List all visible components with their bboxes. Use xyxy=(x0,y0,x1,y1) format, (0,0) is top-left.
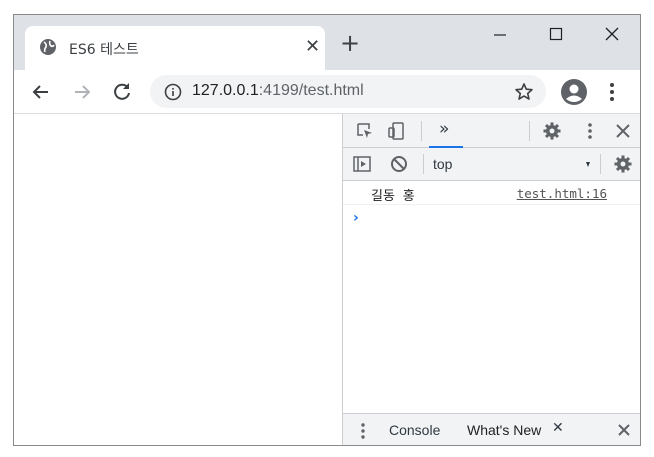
device-toolbar-icon[interactable] xyxy=(387,121,407,141)
console-prompt-icon[interactable]: › xyxy=(353,210,359,226)
url-host: 127.0.0.1 xyxy=(192,82,259,99)
close-devtools-icon[interactable] xyxy=(613,121,633,141)
browser-tab[interactable]: ES6 테스트 ✕ xyxy=(25,26,325,70)
console-log-source-link[interactable]: test.html:16 xyxy=(517,186,607,201)
url-path: :4199/test.html xyxy=(258,82,364,99)
javascript-context-select[interactable]: top xyxy=(433,156,452,172)
bookmark-star-icon[interactable] xyxy=(514,82,534,102)
page-content xyxy=(14,114,342,445)
address-bar[interactable]: 127.0.0.1:4199/test.html xyxy=(150,75,546,108)
forward-arrow-icon[interactable] xyxy=(70,80,94,104)
clear-console-icon[interactable] xyxy=(389,154,409,174)
console-log-row: 길동 홍 test.html:16 xyxy=(343,181,640,205)
maximize-icon[interactable] xyxy=(547,24,577,46)
url-text[interactable]: 127.0.0.1:4199/test.html xyxy=(192,82,364,100)
drawer-tab-whats-new[interactable]: What's New ✕ xyxy=(455,414,571,445)
drawer-tab-whats-new-label: What's New xyxy=(467,422,542,438)
toolbar-divider xyxy=(421,121,422,141)
devtools-drawer-bar: Console What's New ✕ xyxy=(343,413,640,445)
minimize-icon[interactable] xyxy=(489,24,519,46)
inspect-element-icon[interactable] xyxy=(355,121,375,141)
devtools-main-toolbar: » xyxy=(343,114,640,148)
close-window-icon[interactable] xyxy=(603,24,633,46)
toolbar-divider xyxy=(600,154,601,174)
tab-close-icon[interactable]: ✕ xyxy=(305,36,320,57)
context-dropdown-icon[interactable] xyxy=(585,160,591,168)
toolbar-divider xyxy=(423,154,424,174)
tab-strip: ES6 테스트 ✕ + xyxy=(14,15,640,70)
globe-icon xyxy=(40,39,56,55)
drawer-menu-icon[interactable] xyxy=(360,422,366,440)
console-log-message: 길동 홍 xyxy=(371,189,415,204)
more-panels-icon: » xyxy=(439,119,450,139)
drawer-tab-console[interactable]: Console xyxy=(389,422,440,438)
show-sidebar-icon[interactable] xyxy=(352,154,372,174)
browser-menu-icon[interactable] xyxy=(608,82,616,102)
new-tab-button[interactable]: + xyxy=(340,31,360,55)
devtools-panel: » top 길동 홍 test.html:16 › Console What's… xyxy=(342,114,640,445)
settings-gear-icon[interactable] xyxy=(542,121,562,141)
console-settings-gear-icon[interactable] xyxy=(613,154,633,174)
devtools-menu-icon[interactable] xyxy=(580,121,600,141)
toolbar-divider xyxy=(529,121,530,141)
browser-toolbar: 127.0.0.1:4199/test.html xyxy=(14,70,640,114)
reload-icon[interactable] xyxy=(110,80,134,104)
browser-window: ES6 테스트 ✕ + 127.0.0.1:4199/test.html » t… xyxy=(13,14,641,446)
profile-avatar-icon[interactable] xyxy=(560,78,588,106)
close-tab-icon[interactable]: ✕ xyxy=(552,420,564,436)
more-panels-tab[interactable]: » xyxy=(429,114,463,148)
console-toolbar: top xyxy=(343,148,640,181)
back-arrow-icon[interactable] xyxy=(29,80,53,104)
tab-title: ES6 테스트 xyxy=(69,42,139,58)
site-info-icon[interactable] xyxy=(164,83,182,101)
close-drawer-icon[interactable] xyxy=(616,422,632,438)
